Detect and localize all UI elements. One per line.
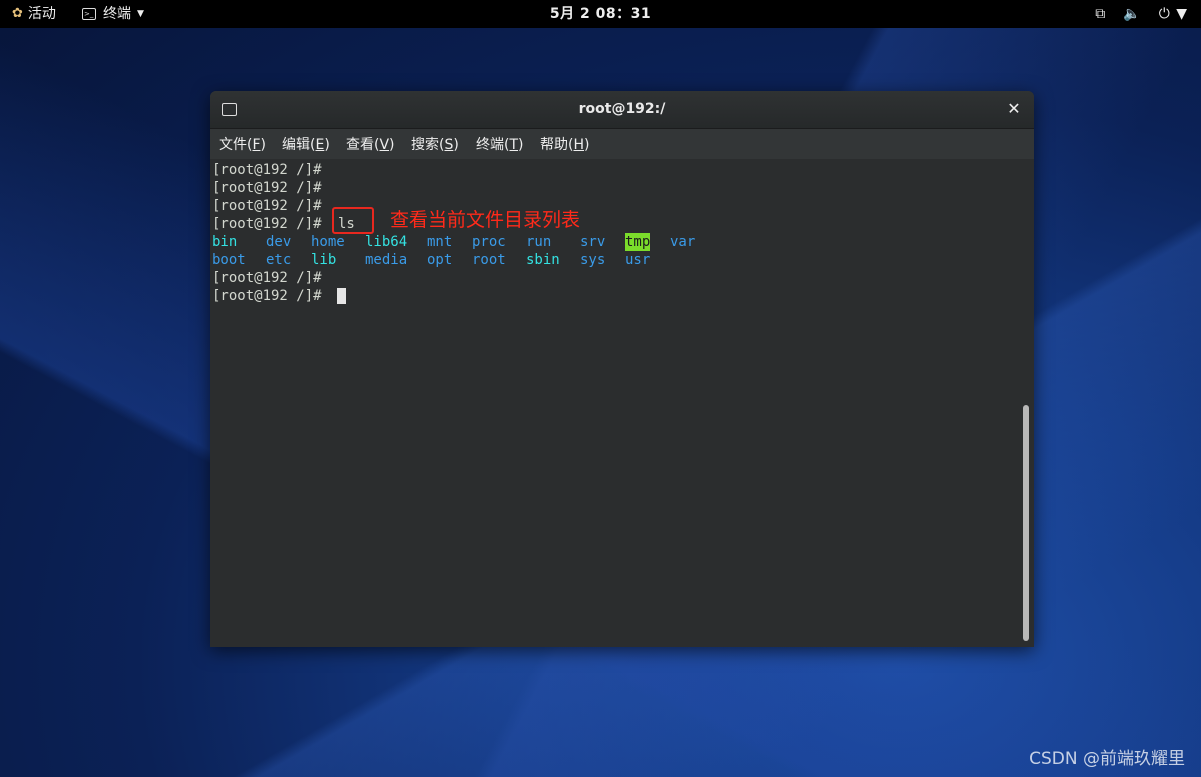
menu-label: 编辑( [282, 137, 316, 153]
close-button[interactable]: ✕ [1004, 99, 1024, 119]
menu-label-tail: ) [389, 137, 395, 153]
menu-bar: 文件(F) 编辑(E) 查看(V) 搜索(S) 终端(T) 帮助(H) [210, 129, 1034, 159]
annotation-text: 查看当前文件目录列表 [390, 209, 581, 231]
ls-entry-dir: sys [580, 252, 606, 268]
ls-entry-dir: proc [472, 234, 506, 250]
ls-entry-dir: srv [580, 234, 606, 250]
menu-mnemonic: H [573, 137, 584, 153]
terminal-line: [root@192 /]# [212, 162, 322, 178]
ls-entry-dir: opt [427, 252, 453, 268]
menu-label-tail: ) [453, 137, 459, 153]
menu-terminal[interactable]: 终端(T) [476, 135, 524, 155]
ls-entry-dir: dev [266, 234, 292, 250]
menu-mnemonic: V [379, 137, 390, 153]
menu-label: 帮助( [540, 137, 574, 153]
close-icon: ✕ [1007, 99, 1021, 118]
volume-icon: 🔈 [1123, 6, 1141, 22]
terminal-line: [root@192 /]# [212, 216, 322, 232]
text-cursor [337, 288, 346, 304]
ls-entry-dir: boot [212, 252, 246, 268]
terminal-line: [root@192 /]# [212, 270, 322, 286]
system-status-menu[interactable]: ⧉ 🔈 ⏻ ▼ [1095, 0, 1187, 28]
ls-entry-dir: media [365, 252, 408, 268]
menu-search[interactable]: 搜索(S) [411, 135, 459, 155]
ls-entry-dir: mnt [427, 234, 453, 250]
ls-entry-dir: home [311, 234, 345, 250]
terminal-line: [root@192 /]# [212, 288, 322, 304]
menu-label: 文件( [219, 137, 253, 153]
menu-edit[interactable]: 编辑(E) [282, 135, 330, 155]
scrollbar[interactable] [1022, 159, 1030, 645]
menu-label-tail: ) [518, 137, 524, 153]
terminal-line: [root@192 /]# [212, 198, 322, 214]
ls-entry-link: lib [311, 252, 337, 268]
ls-entry-link: lib64 [365, 234, 408, 250]
ls-entry-dir: root [472, 252, 506, 268]
clock[interactable]: 5月 2 08：31 [0, 0, 1201, 28]
ls-entry-tmp: tmp [625, 233, 651, 251]
ls-entry-link: sbin [526, 252, 560, 268]
network-icon: ⧉ [1095, 6, 1106, 22]
ls-entry-dir: run [526, 234, 552, 250]
annotation-highlight-box [332, 207, 374, 234]
terminal-window: root@192:/ ✕ 文件(F) 编辑(E) 查看(V) 搜索(S) 终端(… [210, 91, 1034, 647]
menu-mnemonic: F [252, 137, 261, 153]
ls-entry-dir: var [670, 234, 696, 250]
clock-label: 5月 2 08：31 [549, 6, 652, 22]
menu-mnemonic: E [315, 137, 325, 153]
terminal-line: [root@192 /]# [212, 180, 322, 196]
menu-label: 搜索( [411, 137, 445, 153]
menu-view[interactable]: 查看(V) [346, 135, 395, 155]
menu-mnemonic: T [509, 137, 519, 153]
window-title: root@192:/ [578, 101, 666, 117]
top-bar: ✿ 活动 终端 ▼ 5月 2 08：31 ⧉ 🔈 ⏻ ▼ [0, 0, 1201, 28]
watermark: CSDN @前端玖耀里 [1029, 749, 1185, 769]
window-titlebar[interactable]: root@192:/ ✕ [210, 91, 1034, 129]
menu-label-tail: ) [324, 137, 330, 153]
ls-entry-link: bin [212, 234, 238, 250]
menu-label-tail: ) [584, 137, 590, 153]
menu-label: 查看( [346, 137, 380, 153]
menu-help[interactable]: 帮助(H) [540, 135, 589, 155]
menu-label: 终端( [476, 137, 510, 153]
ls-entry-dir: usr [625, 252, 651, 268]
power-icon: ⏻ ▼ [1158, 6, 1187, 22]
menu-label-tail: ) [260, 137, 266, 153]
scrollbar-thumb[interactable] [1023, 405, 1029, 641]
ls-entry-dir: etc [266, 252, 292, 268]
menu-file[interactable]: 文件(F) [219, 135, 266, 155]
